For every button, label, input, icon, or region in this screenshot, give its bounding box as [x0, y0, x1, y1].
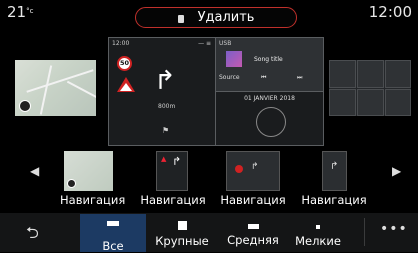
medium-widget-icon [247, 224, 259, 229]
warning-triangle-inner [120, 83, 132, 91]
widget-thumbnail-navigation-map[interactable] [64, 151, 113, 191]
more-dots-icon[interactable]: ••• [380, 221, 408, 237]
next-track-icon: ⏭ [297, 74, 303, 81]
date-label: 01 JANVIER 2018 [244, 95, 295, 102]
carousel-item-label: Навигация [220, 193, 286, 207]
trash-icon [177, 14, 184, 23]
back-arrow-icon[interactable]: ⮌ [26, 222, 39, 249]
grid-all-icon [107, 221, 119, 235]
delete-button[interactable]: Удалить [135, 7, 297, 28]
clock: 12:00 [368, 3, 412, 21]
clock-dial-icon [256, 107, 286, 137]
outside-temperature: 21°c [7, 3, 34, 21]
tab-medium-label: Средняя [227, 233, 279, 247]
carousel-item-label: Навигация [301, 193, 367, 207]
destination-flag-icon: ⚑ [162, 126, 170, 135]
widget-thumbnail-navigation-turn[interactable]: ▲ ↱ [156, 151, 188, 191]
navigation-widget: 12:00 — ≡ 50 ↱ 800m ⚑ [109, 38, 216, 145]
media-source-title: USB [219, 40, 232, 47]
widget-page-preview-right[interactable] [329, 60, 411, 116]
next-arrow-icon[interactable]: ▶ [392, 164, 401, 178]
turn-right-arrow-icon: ↱ [172, 155, 182, 168]
carousel-item-label: Навигация [60, 193, 126, 207]
widget-thumbnail-navigation-medium[interactable]: ↱ [226, 151, 280, 191]
turn-right-arrow-icon: ↱ [251, 162, 259, 172]
tab-all-label: Все [102, 239, 124, 253]
location-puck-icon [19, 100, 31, 112]
tab-large[interactable]: Крупные [150, 214, 214, 252]
song-title: Song title [254, 56, 283, 63]
turn-right-arrow-icon: ↱ [154, 66, 176, 96]
nav-widget-menu-icon: — ≡ [198, 40, 211, 47]
media-widget: USB Song title Source ⏮ ⏭ [216, 38, 323, 92]
tab-medium[interactable]: Средняя [220, 214, 286, 252]
nav-widget-clock: 12:00 [112, 40, 130, 47]
source-button: Source [219, 74, 240, 81]
tab-small-label: Мелкие [295, 234, 341, 248]
carousel-item-label: Навигация [140, 193, 206, 207]
previous-track-icon: ⏮ [261, 74, 267, 81]
tab-all[interactable]: Все [80, 214, 146, 253]
widget-page-preview[interactable]: 12:00 — ≡ 50 ↱ 800m ⚑ USB Song title Sou… [108, 37, 324, 146]
delete-label: Удалить [197, 10, 255, 25]
tab-small[interactable]: Мелкие [287, 214, 349, 252]
location-puck-icon [67, 179, 76, 188]
date-widget: 01 JANVIER 2018 [216, 92, 323, 145]
media-controls: Source ⏮ ⏭ [219, 74, 319, 84]
distance-label: 800m [158, 103, 176, 110]
widget-thumbnail-navigation-small[interactable]: ↱ [322, 151, 347, 191]
previous-arrow-icon[interactable]: ◀ [30, 164, 39, 178]
small-widget-icon [316, 225, 320, 229]
large-widget-icon [177, 221, 187, 230]
turn-right-arrow-icon: ↱ [330, 161, 339, 172]
speed-limit-icon [235, 165, 243, 173]
warning-icon: ▲ [161, 155, 167, 163]
divider [364, 218, 365, 246]
map-widget-preview[interactable] [15, 60, 96, 116]
speed-limit-sign-icon: 50 [117, 56, 132, 71]
tab-large-label: Крупные [155, 234, 209, 248]
album-art [226, 51, 242, 67]
